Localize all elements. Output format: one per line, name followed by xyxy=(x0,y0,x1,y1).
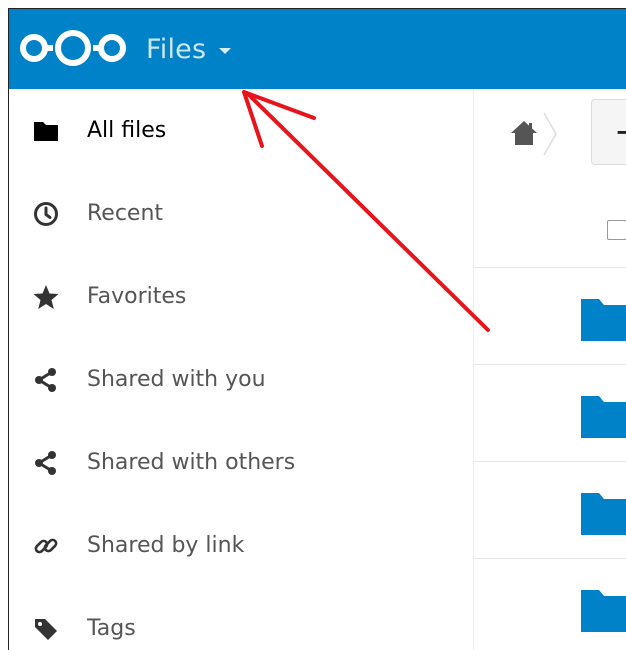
app-navigation: All files Recent Favorites Shared with y… xyxy=(9,89,474,650)
sidebar-item-label: Shared with others xyxy=(87,450,296,475)
share-icon xyxy=(31,365,61,395)
app-title: Files xyxy=(146,33,207,65)
nextcloud-window: Files All files Recent Favorites Shared … xyxy=(8,8,626,650)
breadcrumb-separator-icon xyxy=(543,112,557,156)
folder-icon xyxy=(581,396,626,438)
sidebar-item-shared-with-others[interactable]: Shared with others xyxy=(9,421,473,504)
app-menu[interactable]: Files xyxy=(146,29,232,69)
file-list-area: + xyxy=(474,89,626,650)
sidebar-item-tags[interactable]: Tags xyxy=(9,587,473,650)
table-row[interactable] xyxy=(474,461,626,559)
folder-icon xyxy=(581,493,626,535)
sidebar-item-label: Shared by link xyxy=(87,533,245,558)
plus-icon: + xyxy=(614,115,626,149)
tag-icon xyxy=(31,614,61,644)
breadcrumb: + xyxy=(474,89,626,177)
table-row[interactable] xyxy=(474,267,626,365)
table-row[interactable] xyxy=(474,558,626,650)
sidebar-item-favorites[interactable]: Favorites xyxy=(9,255,473,338)
folder-icon xyxy=(581,590,626,632)
sidebar-item-label: Recent xyxy=(87,201,164,226)
caret-down-icon xyxy=(219,48,232,54)
sidebar-item-shared-with-you[interactable]: Shared with you xyxy=(9,338,473,421)
folder-icon xyxy=(581,299,626,341)
sidebar-item-label: Tags xyxy=(87,616,136,641)
link-icon xyxy=(31,531,61,561)
new-button[interactable]: + xyxy=(591,99,626,165)
sidebar-item-recent[interactable]: Recent xyxy=(9,172,473,255)
top-header: Files xyxy=(9,9,626,89)
folder-icon xyxy=(31,116,61,146)
star-icon xyxy=(31,282,61,312)
home-icon xyxy=(511,121,537,145)
sidebar-item-all-files[interactable]: All files xyxy=(9,89,473,172)
sidebar-item-shared-by-link[interactable]: Shared by link xyxy=(9,504,473,587)
table-row[interactable] xyxy=(474,364,626,462)
nextcloud-logo-icon[interactable] xyxy=(17,27,129,67)
home-crumb[interactable] xyxy=(504,113,544,153)
sidebar-item-label: Shared with you xyxy=(87,367,266,392)
select-all-checkbox[interactable] xyxy=(607,220,626,240)
sidebar-item-label: All files xyxy=(87,118,167,143)
share-icon xyxy=(31,448,61,478)
sidebar-item-label: Favorites xyxy=(87,284,187,309)
clock-icon xyxy=(31,199,61,229)
